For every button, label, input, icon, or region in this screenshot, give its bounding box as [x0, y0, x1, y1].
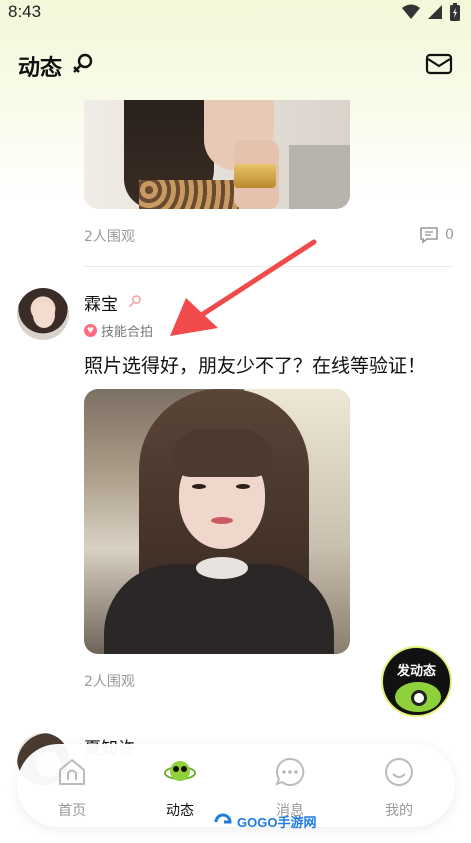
nav-label: 首页: [58, 803, 86, 819]
post-photo[interactable]: [84, 100, 350, 209]
watermark: GOGO手游网: [214, 812, 316, 831]
page-title: 动态: [18, 56, 63, 81]
post-photo[interactable]: [84, 389, 350, 654]
nav-item-messages[interactable]: 消息: [255, 756, 325, 820]
female-gender-icon: [128, 295, 141, 308]
avatar[interactable]: [17, 288, 69, 340]
status-bar: 8:43: [0, 0, 471, 28]
status-icons: [401, 2, 461, 22]
female-gender-icon[interactable]: [72, 52, 94, 76]
planet-icon: [164, 761, 196, 781]
annotation-arrow: [170, 239, 317, 336]
signal-icon: [428, 5, 442, 19]
message-icon: [275, 757, 305, 786]
comment-count: 0: [445, 227, 454, 243]
profile-smile-icon: [385, 758, 413, 786]
nav-item-profile[interactable]: 我的: [364, 756, 434, 820]
post-view-count: 2人围观: [84, 229, 135, 245]
gogo-logo-icon: [214, 813, 232, 823]
skill-tag[interactable]: ♥ 技能合拍: [84, 321, 153, 340]
post-text: 照片选得好，朋友少不了？在线等验证！: [84, 355, 427, 377]
post-view-count: 2人围观: [84, 674, 135, 690]
skill-tag-label: 技能合拍: [101, 325, 154, 340]
nav-item-feed[interactable]: 动态: [145, 756, 215, 820]
comment-button[interactable]: 0: [419, 226, 454, 244]
comment-icon: [420, 227, 438, 244]
wifi-icon: [402, 4, 420, 19]
post-username[interactable]: 霖宝: [84, 290, 118, 315]
watermark-text: GOGO手游网: [237, 815, 317, 830]
battery-icon: [450, 3, 460, 21]
mascot-icon: [395, 682, 441, 712]
home-icon: [59, 759, 85, 785]
create-post-label: 发动态: [396, 664, 436, 679]
nav-item-home[interactable]: 首页: [37, 756, 107, 820]
app-header: 动态: [0, 40, 471, 88]
status-time: 8:43: [8, 2, 42, 21]
nav-label: 我的: [385, 803, 413, 819]
mail-icon[interactable]: [425, 52, 453, 76]
heart-icon: ♥: [84, 324, 97, 337]
create-post-button[interactable]: 发动态: [381, 646, 452, 717]
nav-label: 动态: [166, 803, 194, 819]
